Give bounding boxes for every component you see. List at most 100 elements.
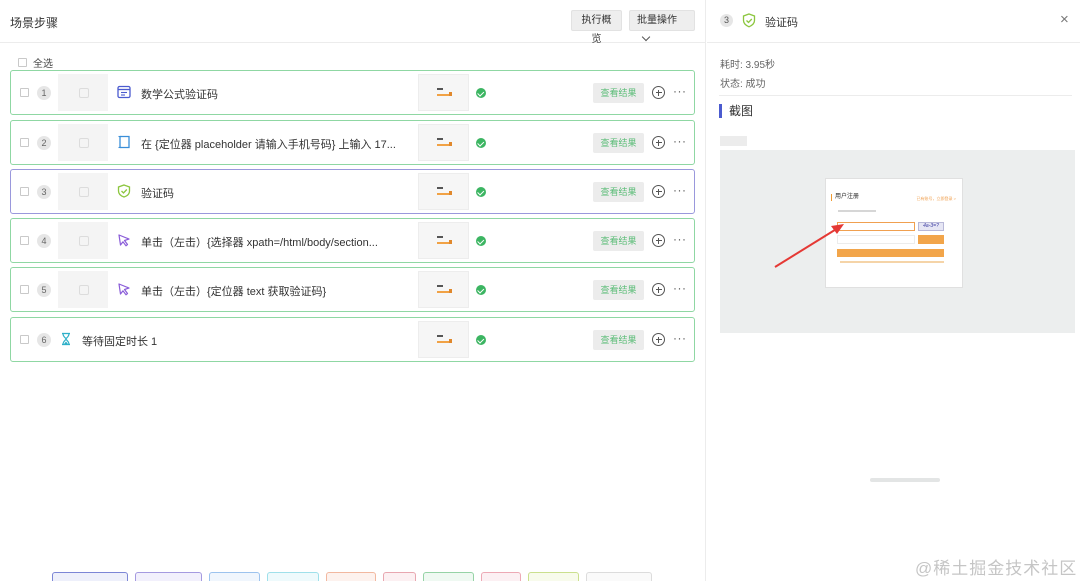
step-screenshot-thumb[interactable] [418, 271, 469, 308]
shield-check-icon [117, 184, 131, 198]
execution-overview-button[interactable]: 执行概览 [571, 10, 622, 45]
success-check-icon [476, 285, 486, 295]
view-result-button[interactable]: 查看结果 [593, 280, 644, 300]
step-thumbnail [58, 222, 108, 259]
more-options-icon[interactable]: ··· [673, 134, 687, 148]
screenshot-heading: 截图 [719, 104, 753, 118]
toolbar-tab[interactable] [528, 572, 579, 581]
toolbar-tab[interactable] [135, 572, 202, 581]
step-label: 等待固定时长 1 [82, 336, 158, 348]
step-number: 6 [37, 333, 51, 347]
hourglass-icon [62, 332, 70, 346]
success-check-icon [476, 236, 486, 246]
more-options-icon[interactable]: ··· [673, 84, 687, 98]
step-number: 5 [37, 283, 51, 297]
toolbar-tab[interactable] [52, 572, 128, 581]
step-label: 数学公式验证码 [141, 89, 218, 101]
step-label: 单击（左击）{定位器 text 获取验证码} [141, 286, 327, 298]
batch-operation-button[interactable]: 批量操作 [629, 10, 695, 42]
toolbar-tab[interactable] [481, 572, 521, 581]
step-label: 单击（左击）{选择器 xpath=/html/body/section... [141, 237, 378, 249]
step-checkbox[interactable] [20, 187, 29, 196]
screenshot-scrollbar[interactable] [870, 478, 940, 482]
step-number: 1 [37, 86, 51, 100]
step-label: 验证码 [141, 188, 174, 200]
step-checkbox[interactable] [20, 138, 29, 147]
add-step-icon[interactable] [652, 136, 665, 149]
step-screenshot-thumb[interactable] [418, 124, 469, 161]
step-row-4[interactable]: 4 单击（左击）{选择器 xpath=/html/body/section...… [10, 218, 695, 263]
view-result-button[interactable]: 查看结果 [593, 330, 644, 350]
steps-header: 场景步骤 执行概览 批量操作 [0, 0, 706, 45]
detail-step-number: 3 [720, 14, 733, 27]
toolbar-tab[interactable] [423, 572, 474, 581]
step-thumbnail [58, 173, 108, 210]
step-checkbox[interactable] [20, 236, 29, 245]
success-check-icon [476, 88, 486, 98]
success-check-icon [476, 138, 486, 148]
step-number: 3 [37, 185, 51, 199]
step-thumbnail [58, 74, 108, 111]
step-screenshot[interactable]: 用户注册 已有账号，立即登录 > 4a-3=? [720, 150, 1075, 482]
view-result-button[interactable]: 查看结果 [593, 83, 644, 103]
step-row-2[interactable]: 2 在 {定位器 placeholder 请输入手机号码} 上输入 17... … [10, 120, 695, 165]
toolbar-tab[interactable] [209, 572, 260, 581]
step-checkbox[interactable] [20, 285, 29, 294]
add-step-icon[interactable] [652, 333, 665, 346]
step-number: 2 [37, 136, 51, 150]
step-thumbnail [58, 124, 108, 161]
status-text: 状态: 成功 [720, 79, 766, 90]
step-screenshot-thumb[interactable] [418, 74, 469, 111]
step-row-1[interactable]: 1 数学公式验证码 查看结果 ··· [10, 70, 695, 115]
add-step-icon[interactable] [652, 185, 665, 198]
step-checkbox[interactable] [20, 335, 29, 344]
detail-title: 验证码 [765, 17, 798, 29]
more-options-icon[interactable]: ··· [673, 281, 687, 295]
add-step-icon[interactable] [652, 234, 665, 247]
more-options-icon[interactable]: ··· [673, 183, 687, 197]
divider [707, 42, 1080, 43]
step-thumbnail [58, 271, 108, 308]
select-all-checkbox[interactable]: 全选 [18, 55, 53, 70]
red-arrow-annotation [774, 224, 844, 268]
success-check-icon [476, 187, 486, 197]
select-all-box[interactable] [18, 58, 27, 67]
blurred-label [720, 136, 747, 146]
step-row-5[interactable]: 5 单击（左击）{定位器 text 获取验证码} 查看结果 ··· [10, 267, 695, 312]
step-number: 4 [37, 234, 51, 248]
step-row-3[interactable]: 3 验证码 查看结果 ··· [10, 169, 695, 214]
close-icon[interactable]: × [1060, 12, 1069, 27]
toolbar-tab[interactable] [586, 572, 652, 581]
click-pointer-icon [118, 283, 130, 296]
elapsed-time: 耗时: 3.95秒 [720, 60, 776, 71]
more-options-icon[interactable]: ··· [673, 232, 687, 246]
click-pointer-icon [118, 234, 130, 247]
view-result-button[interactable]: 查看结果 [593, 182, 644, 202]
batch-operation-label: 批量操作 [637, 15, 677, 26]
success-check-icon [476, 335, 486, 345]
add-step-icon[interactable] [652, 283, 665, 296]
toolbar-tab[interactable] [267, 572, 319, 581]
step-screenshot-thumb[interactable] [418, 173, 469, 210]
add-step-icon[interactable] [652, 86, 665, 99]
step-label: 在 {定位器 placeholder 请输入手机号码} 上输入 17... [141, 139, 396, 151]
scene-steps-panel: 场景步骤 执行概览 批量操作 全选 1 数学公式验证码 查看结果 ··· 2 在… [0, 0, 706, 581]
watermark: @稀土掘金技术社区 [915, 559, 1078, 578]
select-all-label: 全选 [33, 59, 53, 70]
more-options-icon[interactable]: ··· [673, 331, 687, 345]
shield-check-icon [742, 13, 756, 28]
step-detail-panel: 3 验证码 × 耗时: 3.95秒 状态: 成功 截图 用户注册 已有账号，立即… [707, 0, 1080, 581]
view-result-button[interactable]: 查看结果 [593, 133, 644, 153]
toolbar-tab[interactable] [383, 572, 416, 581]
input-box-icon [118, 135, 130, 149]
step-screenshot-thumb[interactable] [418, 321, 469, 358]
divider [719, 95, 1072, 96]
view-result-button[interactable]: 查看结果 [593, 231, 644, 251]
formula-window-icon [117, 85, 131, 99]
chevron-down-icon [641, 32, 651, 42]
toolbar-tab[interactable] [326, 572, 376, 581]
step-row-6[interactable]: 6 等待固定时长 1 查看结果 ··· [10, 317, 695, 362]
page-title: 场景步骤 [10, 16, 59, 30]
step-screenshot-thumb[interactable] [418, 222, 469, 259]
step-checkbox[interactable] [20, 88, 29, 97]
